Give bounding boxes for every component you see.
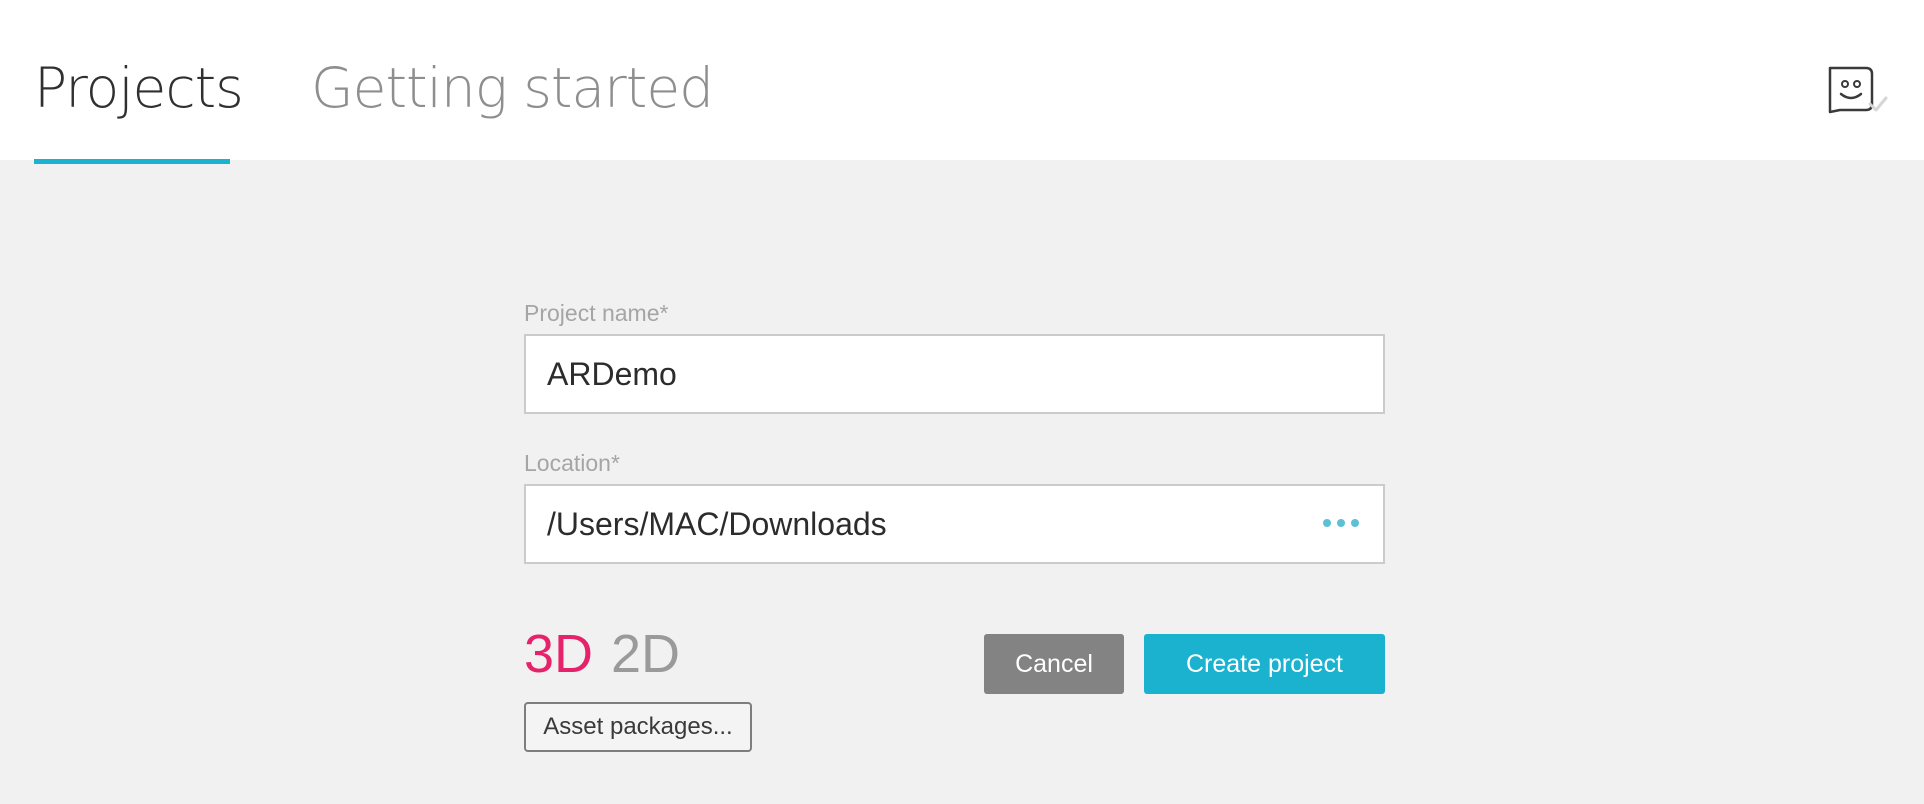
- asset-packages-button[interactable]: Asset packages...: [524, 702, 752, 752]
- mode-2d-toggle[interactable]: 2D: [611, 622, 680, 686]
- location-input[interactable]: /Users/MAC/Downloads: [524, 484, 1385, 564]
- location-label: Location*: [524, 450, 620, 476]
- location-value: /Users/MAC/Downloads: [547, 506, 887, 542]
- tab-projects[interactable]: Projects: [34, 52, 244, 124]
- account-smiley-icon[interactable]: [1826, 64, 1890, 116]
- more-dots-icon[interactable]: [1323, 516, 1359, 530]
- mode-3d-toggle[interactable]: 3D: [524, 622, 593, 686]
- project-name-label: Project name*: [524, 300, 669, 326]
- top-nav: Projects Getting started: [0, 0, 1924, 164]
- active-tab-indicator: [34, 159, 230, 164]
- project-name-value: ARDemo: [547, 356, 677, 392]
- create-project-button[interactable]: Create project: [1144, 634, 1385, 694]
- tab-getting-started[interactable]: Getting started: [311, 52, 714, 124]
- project-name-input[interactable]: ARDemo: [524, 334, 1385, 414]
- cancel-button[interactable]: Cancel: [984, 634, 1124, 694]
